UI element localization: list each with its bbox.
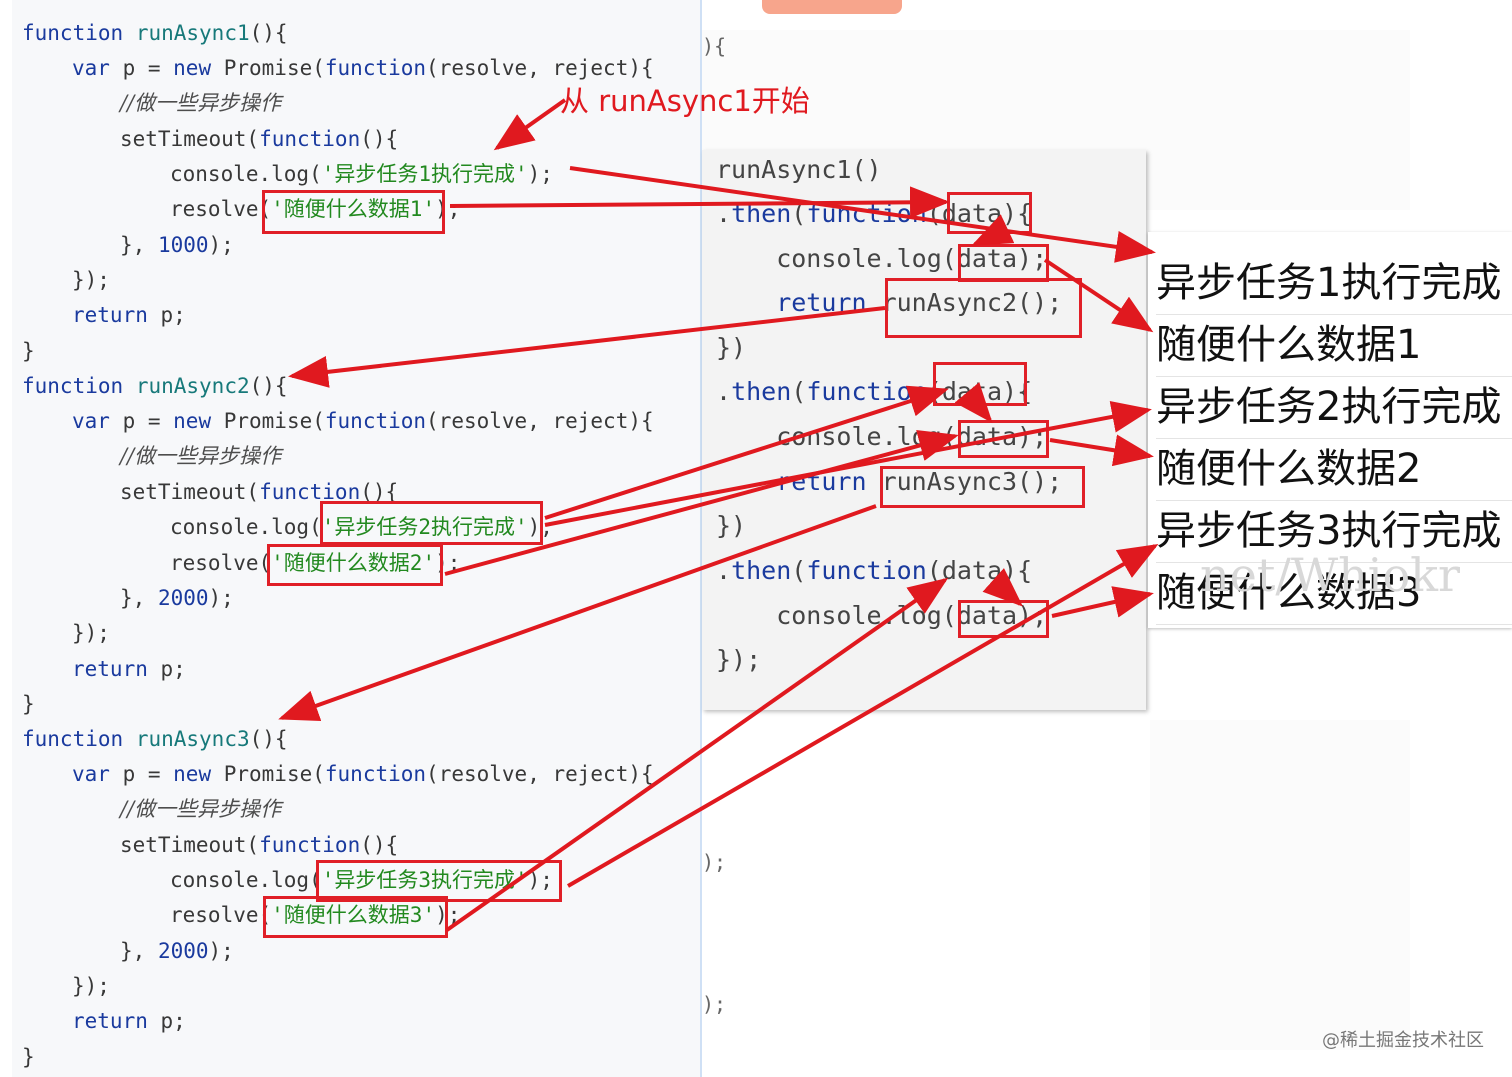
flow-arrow (569, 166, 1156, 263)
flow-arrow (1043, 258, 1154, 333)
arrow-overlay (278, 98, 1159, 932)
flow-arrow (544, 401, 1152, 527)
flow-arrow (444, 429, 959, 576)
flow-arrow (982, 568, 1023, 607)
flow-arrow (1049, 434, 1154, 467)
flow-arrow (288, 306, 886, 388)
flow-arrow (449, 186, 950, 219)
flow-arrow (971, 214, 1015, 246)
flow-arrow (566, 543, 1159, 888)
flow-arrow (954, 382, 993, 424)
flow-arrow (493, 98, 567, 151)
